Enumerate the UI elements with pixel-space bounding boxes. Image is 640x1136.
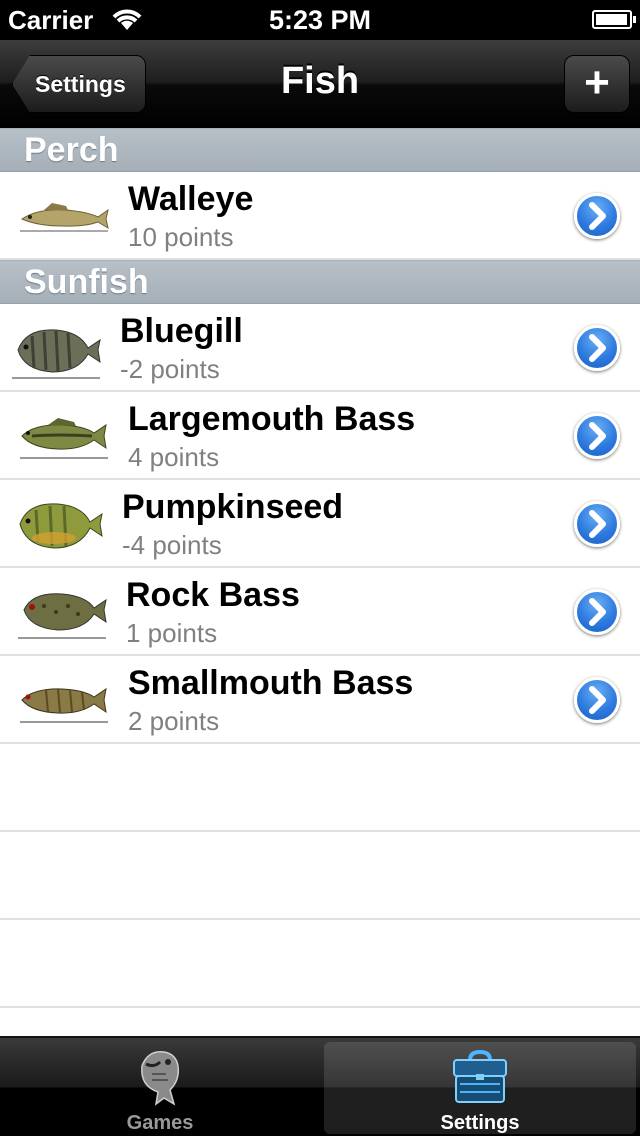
table-row[interactable]: Pumpkinseed -4 points: [0, 480, 640, 568]
status-bar: Carrier 5:23 PM: [0, 0, 640, 40]
walleye-thumbnail: [18, 186, 110, 248]
clock: 5:23 PM: [268, 5, 372, 35]
fish-name: Smallmouth Bass: [128, 664, 414, 702]
fish-name: Walleye: [128, 180, 254, 218]
fish-name: Rock Bass: [126, 576, 300, 614]
smallmouth-bass-thumbnail: [18, 670, 110, 732]
fish-name: Pumpkinseed: [122, 488, 344, 526]
detail-disclosure-button[interactable]: [574, 193, 620, 239]
detail-disclosure-button[interactable]: [574, 589, 620, 635]
tab-games[interactable]: Games: [4, 1042, 316, 1134]
detail-disclosure-button[interactable]: [574, 501, 620, 547]
tab-bar: Games Settings: [0, 1036, 640, 1136]
fish-name: Bluegill: [120, 312, 243, 350]
section-header-perch: Perch: [0, 128, 640, 172]
table-row[interactable]: Rock Bass 1 points: [0, 568, 640, 656]
fish-points: 4 points: [128, 442, 220, 472]
detail-disclosure-button[interactable]: [574, 325, 620, 371]
table-row[interactable]: Walleye 10 points: [0, 172, 640, 260]
largemouth-bass-thumbnail: [18, 406, 110, 468]
table-row[interactable]: Largemouth Bass 4 points: [0, 392, 640, 480]
pumpkinseed-thumbnail: [14, 494, 106, 556]
fish-points: -2 points: [120, 354, 220, 384]
navigation-bar: Settings Fish +: [0, 40, 640, 128]
tab-label: Settings: [440, 1112, 520, 1134]
empty-row: [0, 832, 640, 920]
table-row[interactable]: Bluegill -2 points: [0, 304, 640, 392]
fish-points: 1 points: [126, 618, 218, 648]
fish-points: -4 points: [122, 530, 222, 560]
empty-row: [0, 744, 640, 832]
fish-name: Largemouth Bass: [128, 400, 416, 438]
rock-bass-thumbnail: [18, 582, 110, 644]
fish-icon: [4, 1046, 316, 1113]
detail-disclosure-button[interactable]: [574, 413, 620, 459]
fish-points: 2 points: [128, 706, 220, 736]
battery-icon: [592, 10, 636, 29]
fish-points: 10 points: [128, 222, 234, 252]
fish-table: Perch Walleye 10 points Sunfish Bluegill…: [0, 128, 640, 1036]
section-header-sunfish: Sunfish: [0, 260, 640, 304]
tab-settings[interactable]: Settings: [324, 1042, 636, 1134]
add-fish-button[interactable]: +: [564, 55, 630, 113]
tab-label: Games: [126, 1112, 194, 1134]
table-row[interactable]: Smallmouth Bass 2 points: [0, 656, 640, 744]
tackle-box-icon: [324, 1046, 636, 1113]
page-title: Fish: [280, 60, 360, 102]
empty-row: [0, 920, 640, 1008]
detail-disclosure-button[interactable]: [574, 677, 620, 723]
bluegill-thumbnail: [12, 318, 104, 380]
